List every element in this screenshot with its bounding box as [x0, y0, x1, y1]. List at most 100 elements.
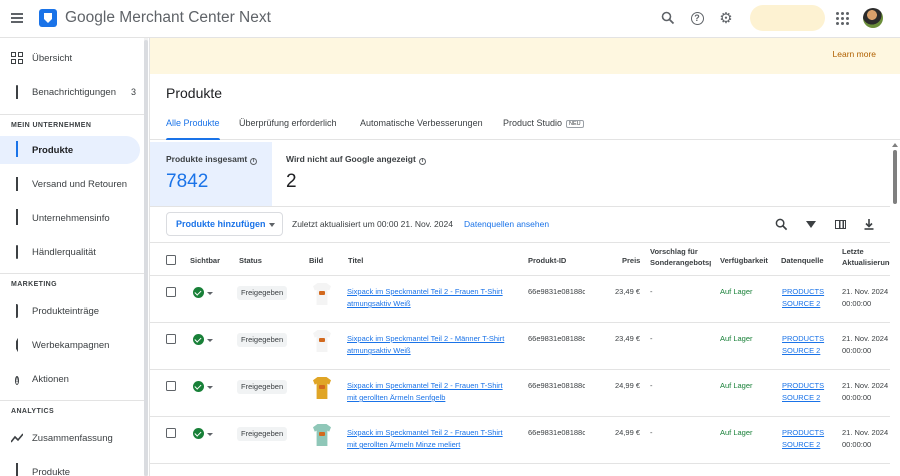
- product-title-link[interactable]: Sixpack im Speckmantel Teil 2 - Frauen T…: [347, 286, 503, 310]
- data-source-link[interactable]: PRODUCTS SOURCE 2: [782, 333, 824, 357]
- info-banner: Learn more: [150, 38, 900, 74]
- sidebar-item-overview[interactable]: Übersicht: [0, 44, 140, 72]
- row-checkbox[interactable]: [166, 334, 176, 344]
- column-header-availability[interactable]: Verfügbarkeit: [720, 255, 768, 266]
- header-line: Vorschlag für: [650, 247, 698, 256]
- main-scrollbar[interactable]: [890, 142, 900, 476]
- stat-card-total-products[interactable]: Produkte insgesamt i 7842: [150, 142, 272, 206]
- row-checkbox[interactable]: [166, 381, 176, 391]
- overview-icon: [11, 52, 23, 64]
- sidebar-item-label: Produkte: [32, 144, 74, 156]
- add-products-button[interactable]: Produkte hinzufügen: [166, 212, 283, 236]
- column-header-image: Bild: [309, 256, 324, 265]
- chevron-down-icon[interactable]: [207, 292, 213, 295]
- column-header-status[interactable]: Status: [239, 255, 262, 266]
- column-header-price[interactable]: Preis: [622, 255, 640, 266]
- learn-more-link[interactable]: Learn more: [833, 49, 876, 59]
- chevron-down-icon[interactable]: [207, 386, 213, 389]
- section-header-business: MEIN UNTERNEHMEN: [11, 122, 92, 129]
- search-icon[interactable]: [774, 217, 788, 231]
- sidebar-item-label: Händlerqualität: [32, 246, 96, 258]
- chevron-down-icon[interactable]: [207, 433, 213, 436]
- info-icon[interactable]: i: [250, 158, 258, 165]
- product-title-link[interactable]: Sixpack im Speckmantel Teil 2 - Frauen T…: [347, 380, 503, 404]
- data-source-link[interactable]: PRODUCTS SOURCE 2: [782, 427, 824, 451]
- sidebar-item-notifications[interactable]: Benachrichtigungen 3: [0, 78, 140, 106]
- row-checkbox[interactable]: [166, 428, 176, 438]
- apps-grid-icon[interactable]: [836, 12, 849, 25]
- row-checkbox[interactable]: [166, 287, 176, 297]
- product-id: 66e9831e08188c: [528, 287, 585, 296]
- stat-value: 7842: [166, 171, 209, 192]
- column-header-visibility[interactable]: Sichtbarkeit: [190, 255, 220, 266]
- menu-icon[interactable]: [11, 13, 23, 23]
- data-source-link[interactable]: PRODUCTS SOURCE 2: [782, 286, 824, 310]
- tab-label: Product Studio: [503, 118, 563, 128]
- filter-icon[interactable]: [804, 217, 818, 231]
- availability-status: Auf Lager: [720, 287, 753, 296]
- table-header: Sichtbarkeit Status Bild Titel Produkt-I…: [150, 242, 890, 276]
- sidebar-item-products[interactable]: Produkte: [0, 136, 140, 164]
- products-icon: [11, 141, 23, 157]
- sidebar-item-merchant-quality[interactable]: Händlerqualität: [0, 238, 140, 266]
- sidebar-item-analytics-products[interactable]: Produkte: [0, 458, 140, 476]
- columns-icon[interactable]: [833, 217, 847, 231]
- info-icon[interactable]: i: [418, 158, 426, 165]
- stat-label: Produkte insgesamt i: [166, 154, 258, 165]
- tab-review-required[interactable]: Überprüfung erforderlich: [239, 118, 337, 140]
- search-icon[interactable]: [660, 10, 676, 26]
- last-updated-cell: 21. Nov. 2024 00:00:00: [842, 428, 889, 449]
- tab-all-products[interactable]: Alle Produkte: [166, 118, 220, 140]
- megaphone-icon: [11, 338, 23, 352]
- sale-price-suggestion: -: [650, 381, 653, 390]
- stat-value: 2: [286, 171, 297, 192]
- table-row[interactable]: Freigegeben Sixpack im Speckmantel Teil 2…: [150, 370, 890, 417]
- sidebar-item-label: Aktionen: [32, 373, 69, 385]
- product-thumbnail[interactable]: [311, 281, 333, 306]
- last-updated-cell: 21. Nov. 2024 00:00:00: [842, 334, 889, 355]
- product-thumbnail[interactable]: [311, 422, 333, 447]
- availability-status: Auf Lager: [720, 428, 753, 437]
- new-badge: NEU: [566, 120, 584, 128]
- product-title-link[interactable]: Sixpack im Speckmantel Teil 2 - Männer T…: [347, 333, 504, 357]
- product-thumbnail[interactable]: [311, 328, 333, 353]
- table-toolbar: Produkte hinzufügen Zuletzt aktualisiert…: [150, 206, 890, 242]
- view-data-sources-link[interactable]: Datenquellen ansehen: [464, 219, 549, 229]
- column-header-last-updated[interactable]: Letzte Aktualisierung: [842, 246, 890, 268]
- chevron-down-icon[interactable]: [207, 339, 213, 342]
- tab-auto-improvements[interactable]: Automatische Verbesserungen: [360, 118, 483, 140]
- data-source-link[interactable]: PRODUCTS SOURCE 2: [782, 380, 824, 404]
- select-all-checkbox[interactable]: [166, 255, 176, 265]
- notification-count: 3: [131, 87, 137, 97]
- product-price: 24,99 €: [614, 428, 640, 437]
- column-header-data-source[interactable]: Datenquelle: [781, 255, 824, 266]
- avatar[interactable]: [863, 8, 883, 28]
- main-content: Learn more Produkte Alle Produkte Überpr…: [150, 38, 900, 476]
- sidebar-item-summary[interactable]: Zusammenfassung: [0, 424, 140, 452]
- sidebar-scrollbar[interactable]: [144, 38, 148, 476]
- column-header-title[interactable]: Titel: [348, 255, 363, 266]
- tab-product-studio[interactable]: Product Studio NEU: [503, 118, 584, 140]
- sidebar-item-shipping[interactable]: Versand und Retouren: [0, 170, 140, 198]
- product-title-link[interactable]: Sixpack im Speckmantel Teil 2 - Frauen T…: [347, 427, 503, 451]
- download-icon[interactable]: [862, 217, 876, 231]
- gear-icon[interactable]: ⚙: [718, 10, 734, 27]
- tag-icon: [11, 304, 23, 318]
- sidebar-item-business-info[interactable]: Unternehmensinfo: [0, 204, 140, 232]
- account-switcher[interactable]: [750, 5, 825, 31]
- sidebar-item-product-listings[interactable]: Produkteinträge: [0, 297, 140, 325]
- table-row[interactable]: Freigegeben Sixpack im Speckmantel Teil 2…: [150, 417, 890, 464]
- help-icon[interactable]: ?: [689, 10, 705, 26]
- product-thumbnail[interactable]: [311, 375, 333, 400]
- table-row[interactable]: Freigegeben Sixpack im Speckmantel Teil 2…: [150, 323, 890, 370]
- product-id: 66e9831e08188c: [528, 334, 585, 343]
- sidebar-item-promotions[interactable]: ! Aktionen: [0, 365, 140, 393]
- availability-status: Auf Lager: [720, 381, 753, 390]
- header-line: Sonderangebotspreis: [650, 258, 711, 267]
- visible-check-icon: [193, 428, 204, 439]
- tab-label: Automatische Verbesserungen: [360, 118, 483, 128]
- sidebar-item-campaigns[interactable]: Werbekampagnen: [0, 331, 140, 359]
- column-header-sale-suggestion[interactable]: Vorschlag für Sonderangebotspreis: [650, 246, 711, 268]
- table-row[interactable]: Freigegeben Sixpack im Speckmantel Teil 2…: [150, 276, 890, 323]
- column-header-product-id[interactable]: Produkt-ID: [528, 255, 566, 266]
